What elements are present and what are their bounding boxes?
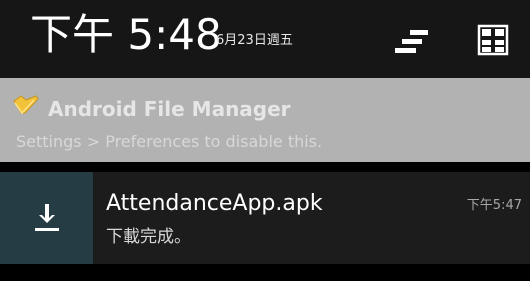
quick-settings-icon[interactable] bbox=[392, 22, 432, 62]
status-header: 下午 5:48 6月23日週五 bbox=[0, 0, 530, 78]
notification-download[interactable]: AttendanceApp.apk 下載完成。 下午5:47 bbox=[0, 172, 530, 264]
download-icon-container bbox=[0, 172, 93, 264]
notification-time: 下午5:47 bbox=[466, 198, 522, 213]
download-icon bbox=[35, 204, 59, 231]
notification-file-manager[interactable]: Android File Manager Settings > Preferen… bbox=[0, 78, 530, 162]
shade-bottom bbox=[0, 264, 530, 281]
notification-title: Android File Manager bbox=[48, 97, 291, 121]
file-manager-icon bbox=[13, 95, 39, 115]
settings-grid-icon[interactable] bbox=[473, 20, 513, 60]
clock-time: 下午 5:48 bbox=[30, 10, 222, 59]
notification-title: AttendanceApp.apk bbox=[106, 191, 323, 216]
notification-subtitle: 下載完成。 bbox=[106, 227, 191, 247]
notification-shade: 下午 5:48 6月23日週五 Android File Manager Set… bbox=[0, 0, 530, 281]
notification-subtitle: Settings > Preferences to disable this. bbox=[16, 132, 323, 151]
clock-date: 6月23日週五 bbox=[216, 33, 293, 48]
divider bbox=[0, 162, 530, 172]
